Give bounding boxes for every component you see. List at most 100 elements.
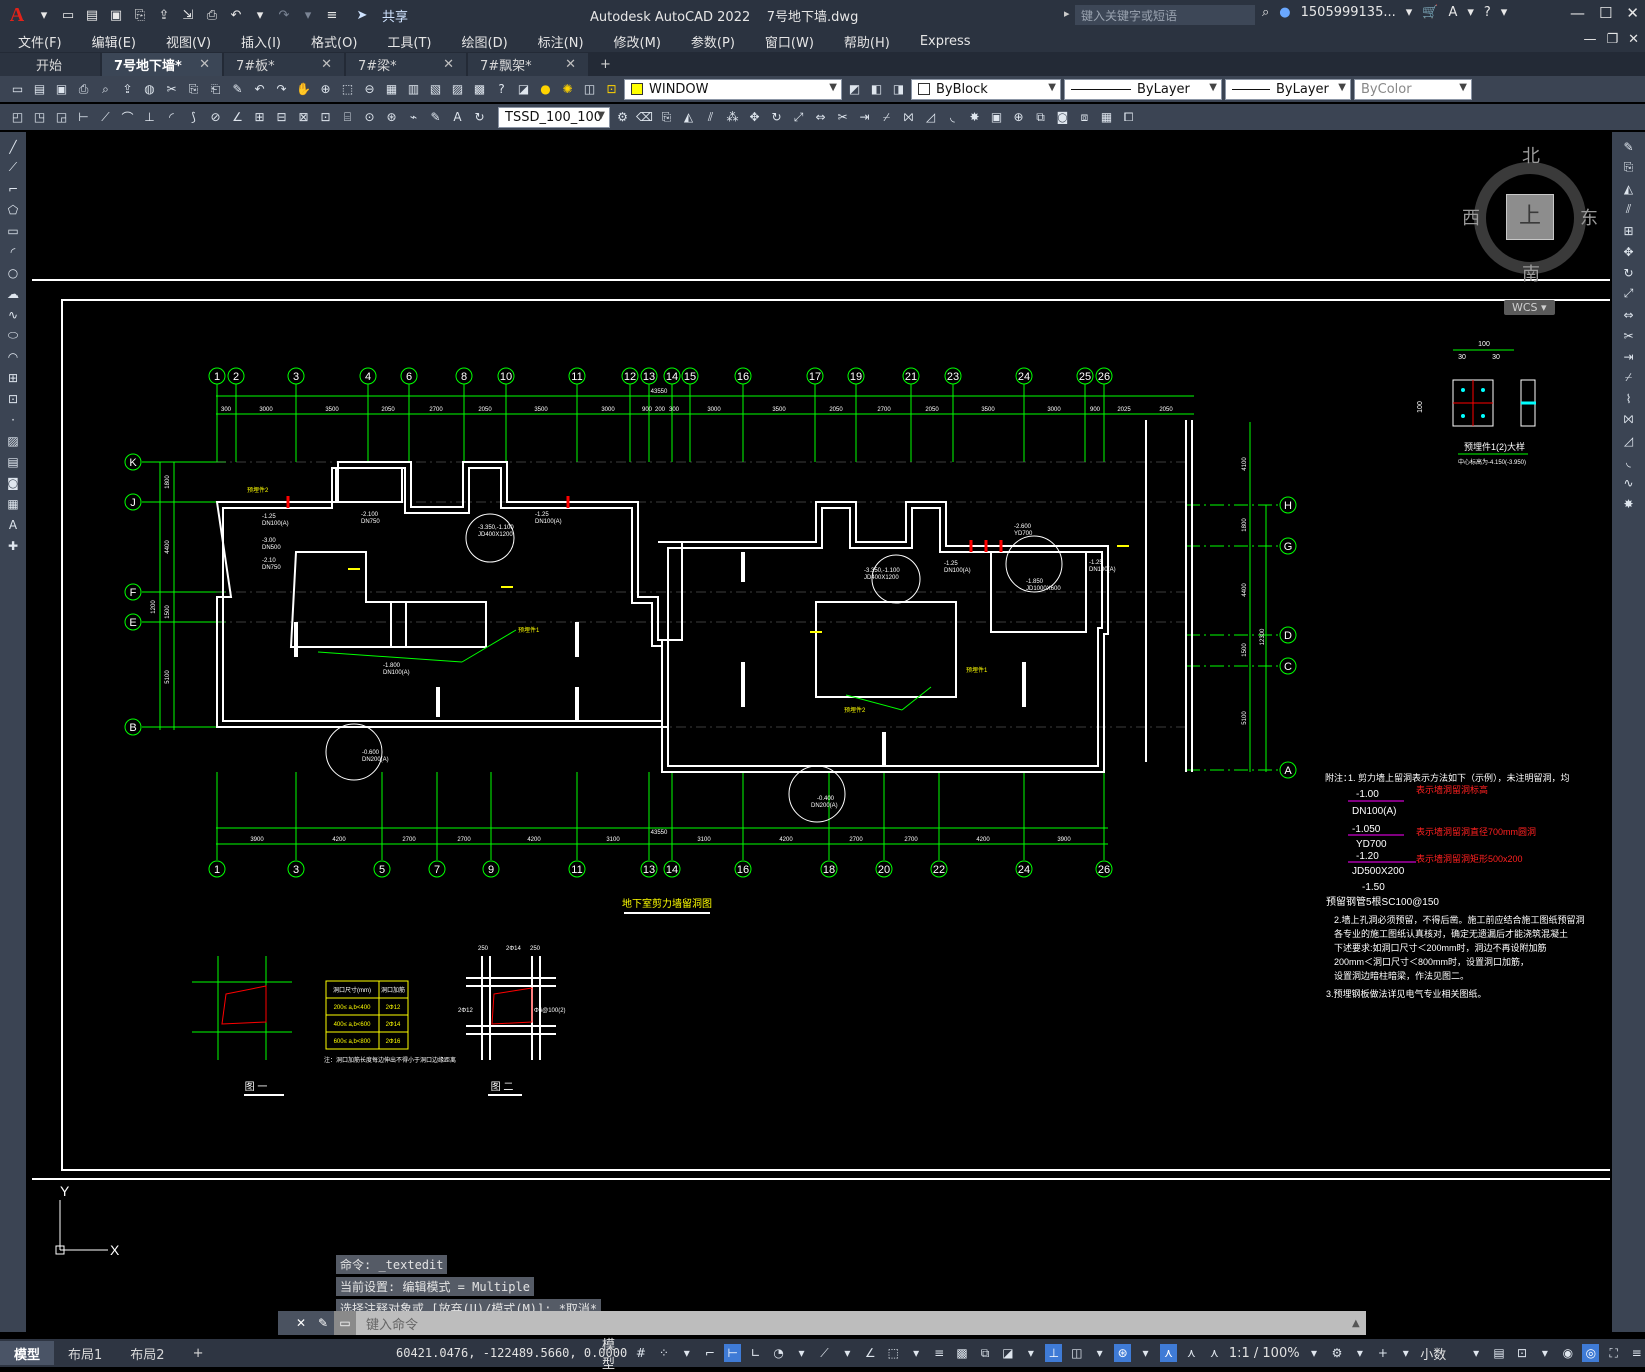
- rectangle-icon[interactable]: ▭: [3, 222, 23, 239]
- menu-parametric[interactable]: 参数(P): [673, 32, 747, 51]
- menu-dimension[interactable]: 标注(N): [520, 32, 596, 51]
- mtext-icon[interactable]: A: [3, 516, 23, 533]
- hardware-acceleration-icon[interactable]: ◎: [1582, 1344, 1600, 1362]
- fillet-side-icon[interactable]: ◟: [1619, 453, 1639, 470]
- recent-commands-icon[interactable]: ▭: [334, 1311, 356, 1335]
- copy-icon[interactable]: ⎘: [184, 80, 203, 99]
- maximize-icon[interactable]: ☐: [1599, 4, 1612, 22]
- arc-length-dim-icon[interactable]: ⌒: [118, 108, 137, 127]
- polar-dropdown-icon[interactable]: ▾: [793, 1344, 810, 1362]
- join-side-icon[interactable]: ⨝: [1619, 411, 1639, 428]
- new-icon[interactable]: ▭: [58, 5, 78, 25]
- sheet-icon[interactable]: ◳: [30, 108, 49, 127]
- autodesk-app-icon[interactable]: A: [1448, 5, 1457, 20]
- mirror-icon[interactable]: ◭: [679, 108, 698, 127]
- move-icon[interactable]: ✥: [745, 108, 764, 127]
- lineweight-icon[interactable]: ≡: [931, 1344, 948, 1362]
- layer-viewport-icon[interactable]: ◫: [580, 80, 599, 99]
- tab-close-icon[interactable]: ✕: [321, 57, 332, 72]
- polygon-icon[interactable]: ⬠: [3, 201, 23, 218]
- redo-icon[interactable]: ↷: [274, 5, 294, 25]
- circle-icon[interactable]: ○: [3, 264, 23, 281]
- model-space-toggle[interactable]: 模型: [602, 1334, 626, 1372]
- zoom-previous-icon[interactable]: ⊖: [360, 80, 379, 99]
- region-draw-icon[interactable]: ◙: [3, 474, 23, 491]
- join-icon[interactable]: ⨝: [899, 108, 918, 127]
- compass-east[interactable]: 东: [1580, 204, 1598, 230]
- command-line-grip[interactable]: [278, 1311, 290, 1335]
- annotation-visibility-icon[interactable]: ⋏: [1160, 1344, 1177, 1362]
- workspace-gear-icon[interactable]: ⚙: [1329, 1344, 1346, 1362]
- saveas-icon[interactable]: ⎘: [130, 5, 150, 25]
- customize-qat-icon[interactable]: ≡: [322, 5, 342, 25]
- isodraft-icon[interactable]: ⟋: [816, 1344, 833, 1362]
- erase-icon[interactable]: ⌫: [635, 108, 654, 127]
- help-icon[interactable]: ?: [1484, 5, 1491, 20]
- new-tab-icon[interactable]: +: [590, 53, 621, 76]
- tab-close-icon[interactable]: ✕: [565, 57, 576, 72]
- scale-side-icon[interactable]: ⤢: [1619, 285, 1639, 302]
- explode-side-icon[interactable]: ✸: [1619, 495, 1639, 512]
- ordinate-dim-icon[interactable]: ⊥: [140, 108, 159, 127]
- menu-tools[interactable]: 工具(T): [369, 32, 443, 51]
- menu-file[interactable]: 文件(F): [0, 32, 74, 51]
- wcs-menu[interactable]: WCS ▾: [1504, 300, 1555, 315]
- arc-icon[interactable]: ◜: [3, 243, 23, 260]
- app-menu-dropdown-icon[interactable]: ▾: [34, 5, 54, 25]
- lineweight-dropdown[interactable]: ByLayer ▼: [1225, 78, 1351, 100]
- doc-minimize-icon[interactable]: —: [1583, 32, 1596, 47]
- user-dropdown-icon[interactable]: ▾: [1406, 5, 1413, 20]
- baseline-dim-icon[interactable]: ⊟: [272, 108, 291, 127]
- pan-icon[interactable]: ✋: [294, 80, 313, 99]
- center-mark-icon[interactable]: ⊙: [360, 108, 379, 127]
- tab-7-frame[interactable]: 7#飘架* ✕: [468, 53, 588, 76]
- paste-icon[interactable]: ⎗: [206, 80, 225, 99]
- layout-tab-1[interactable]: 布局1: [54, 1341, 116, 1365]
- tab-7-underground-wall[interactable]: 7号地下墙* ✕: [102, 53, 222, 76]
- scale-icon[interactable]: ⤢: [789, 108, 808, 127]
- publish-icon[interactable]: ⇪: [118, 80, 137, 99]
- array-side-icon[interactable]: ⊞: [1619, 222, 1639, 239]
- isodraft-dropdown-icon[interactable]: ▾: [839, 1344, 856, 1362]
- layout-tab-2[interactable]: 布局2: [116, 1341, 178, 1365]
- tab-start[interactable]: 开始: [0, 53, 100, 76]
- explode-icon[interactable]: ✸: [965, 108, 984, 127]
- cart-icon[interactable]: 🛒: [1422, 5, 1438, 20]
- menu-insert[interactable]: 插入(I): [223, 32, 293, 51]
- menu-modify[interactable]: 修改(M): [596, 32, 673, 51]
- add-layout-icon[interactable]: +: [179, 1341, 218, 1365]
- layer-state-icon[interactable]: ◨: [889, 80, 908, 99]
- compass-west[interactable]: 西: [1462, 204, 1480, 230]
- fillet-icon[interactable]: ◟: [943, 108, 962, 127]
- cut-icon[interactable]: ✂: [162, 80, 181, 99]
- drawing-svg[interactable]: 1 2 3 4 6 8 10 11 12 13 14 15 16 17 19 21 23 24 25 261 3 5 7 9 1…: [26, 132, 1610, 1307]
- units-value[interactable]: 小数: [1420, 1344, 1461, 1363]
- redo-tb-icon[interactable]: ↷: [272, 80, 291, 99]
- dim-style-manager-icon[interactable]: ⚙: [613, 108, 632, 127]
- help-search-input[interactable]: 键入关键字或短语: [1075, 5, 1255, 25]
- transparency-icon[interactable]: ▩: [954, 1344, 971, 1362]
- construction-line-icon[interactable]: ⟋: [3, 159, 23, 176]
- rotate-icon[interactable]: ↻: [767, 108, 786, 127]
- group-icon[interactable]: ⧠: [1119, 108, 1138, 127]
- line-icon[interactable]: ╱: [3, 138, 23, 155]
- dynamic-ucs-icon[interactable]: ⊥: [1045, 1344, 1063, 1362]
- array-icon[interactable]: ⁂: [723, 108, 742, 127]
- quick-properties-icon[interactable]: ▤: [1491, 1344, 1508, 1362]
- layout-tab-model[interactable]: 模型: [0, 1341, 55, 1365]
- jogged-dim-icon[interactable]: ⟆: [184, 108, 203, 127]
- dim-update-icon[interactable]: ↻: [470, 108, 489, 127]
- dim-text-edit-icon[interactable]: A: [448, 108, 467, 127]
- aligned-dim-icon[interactable]: ⟋: [96, 108, 115, 127]
- command-customize-icon[interactable]: ✎: [312, 1311, 334, 1335]
- radius-dim-icon[interactable]: ◜: [162, 108, 181, 127]
- snap-icon[interactable]: ⁘: [655, 1344, 672, 1362]
- new-file-icon[interactable]: ▭: [8, 80, 27, 99]
- region-icon[interactable]: ◙: [1053, 108, 1072, 127]
- layer-freeze-icon[interactable]: ✺: [558, 80, 577, 99]
- clean-screen-icon[interactable]: ⛶: [1605, 1344, 1622, 1362]
- command-history-toggle-icon[interactable]: ▲: [1352, 1318, 1366, 1329]
- design-center-icon[interactable]: ▥: [404, 80, 423, 99]
- chamfer-side-icon[interactable]: ◿: [1619, 432, 1639, 449]
- gizmo-icon[interactable]: ⊛: [1114, 1344, 1132, 1362]
